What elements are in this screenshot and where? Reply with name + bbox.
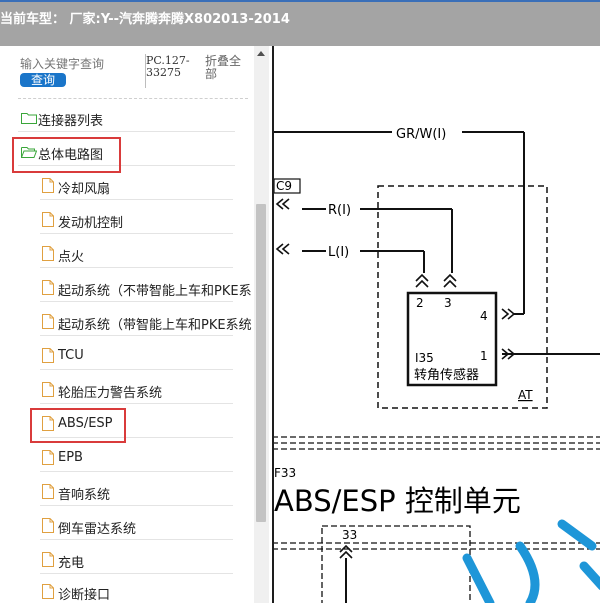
tree-scrollbar[interactable] bbox=[254, 46, 269, 603]
tree-item-label: EPB bbox=[58, 450, 83, 465]
tree-item-engine-control[interactable]: 发动机控制 bbox=[40, 208, 233, 234]
pin-2-label: 2 bbox=[416, 296, 424, 310]
tree-item-label: 起动系统（不带智能上车和PKE系 bbox=[58, 284, 252, 299]
tree-item-tire-pressure[interactable]: 轮胎压力警告系统 bbox=[40, 378, 233, 404]
tree-item-label: 点火 bbox=[58, 250, 85, 265]
file-icon bbox=[42, 552, 54, 567]
collapse-all-link[interactable]: 折叠全部 bbox=[205, 55, 245, 81]
tree-item-connector-list[interactable]: 连接器列表 bbox=[18, 106, 235, 132]
tree-item-cooling-fan[interactable]: 冷却风扇 bbox=[40, 174, 233, 200]
search-divider-dotted bbox=[18, 98, 248, 99]
highlight-box-overall-wiring bbox=[12, 137, 121, 173]
scroll-thumb[interactable] bbox=[256, 204, 266, 522]
pin-33-label: 33 bbox=[342, 528, 357, 542]
tree-item-diagnostic-port[interactable]: 诊断接口 bbox=[40, 580, 233, 603]
pc-code-label: PC.127-33275 bbox=[146, 54, 190, 79]
wiring-diagram-viewer[interactable]: C9 GR/W(I) R(I) L(I) 2 3 4 1 I35 转角传感器 A… bbox=[272, 46, 600, 603]
tree-item-label: 冷却风扇 bbox=[58, 182, 111, 197]
file-icon bbox=[42, 348, 54, 363]
tree-item-label: 音响系统 bbox=[58, 488, 111, 503]
file-icon bbox=[42, 584, 54, 599]
wire-label-gr-w: GR/W(I) bbox=[396, 127, 446, 142]
component-code-label: I35 bbox=[415, 351, 434, 365]
search-input[interactable] bbox=[20, 56, 110, 72]
tree-item-charging[interactable]: 充电 bbox=[40, 548, 233, 574]
tree-item-label: 倒车雷达系统 bbox=[58, 522, 137, 537]
file-icon bbox=[42, 314, 54, 329]
tree-item-start-system-pke[interactable]: 起动系统（带智能上车和PKE系统 bbox=[40, 310, 252, 336]
tree-item-start-system-no-pke[interactable]: 起动系统（不带智能上车和PKE系 bbox=[40, 276, 252, 302]
tree-item-label: 充电 bbox=[58, 556, 85, 571]
file-icon bbox=[42, 382, 54, 397]
file-icon bbox=[42, 212, 54, 227]
file-icon bbox=[42, 484, 54, 499]
pin-1-label: 1 bbox=[480, 349, 488, 363]
tree-item-label: 发动机控制 bbox=[58, 216, 124, 231]
wire-label-r: R(I) bbox=[328, 203, 351, 218]
scroll-up-arrow-icon[interactable] bbox=[257, 51, 265, 56]
highlight-box-abs-esp bbox=[30, 408, 126, 443]
connector-c9-label: C9 bbox=[276, 179, 292, 193]
folder-icon bbox=[21, 113, 37, 124]
wire-label-l: L(I) bbox=[328, 245, 349, 260]
abs-esp-control-unit-title: ABS/ESP 控制单元 bbox=[274, 484, 521, 518]
tree-item-label: 起动系统（带智能上车和PKE系统 bbox=[58, 318, 252, 333]
file-icon bbox=[42, 518, 54, 533]
file-icon bbox=[42, 450, 54, 465]
search-button[interactable]: 查询 bbox=[20, 73, 66, 87]
top-bar: 当前车型： 厂家:Y--汽奔腾奔腾X802013-2014 bbox=[0, 0, 600, 46]
tree-item-tcu[interactable]: TCU bbox=[40, 344, 233, 370]
tree-item-ignition[interactable]: 点火 bbox=[40, 242, 233, 268]
tree-item-epb[interactable]: EPB bbox=[40, 446, 233, 472]
current-vehicle-title: 当前车型： 厂家:Y--汽奔腾奔腾X802013-2014 bbox=[0, 12, 290, 27]
watermark-graphic bbox=[462, 519, 600, 603]
tree-item-audio-system[interactable]: 音响系统 bbox=[40, 480, 233, 506]
component-name-label: 转角传感器 bbox=[414, 367, 479, 383]
pin-3-label: 3 bbox=[444, 296, 452, 310]
file-icon bbox=[42, 280, 54, 295]
file-icon bbox=[42, 178, 54, 193]
wiring-diagram: C9 GR/W(I) R(I) L(I) 2 3 4 1 I35 转角传感器 A… bbox=[274, 127, 600, 603]
f33-label: F33 bbox=[274, 466, 296, 480]
tree-item-label: 轮胎压力警告系统 bbox=[58, 386, 163, 401]
pin-4-label: 4 bbox=[480, 309, 488, 323]
at-label: AT bbox=[518, 388, 533, 402]
tree-item-label: TCU bbox=[58, 348, 84, 363]
file-icon bbox=[42, 246, 54, 261]
tree-item-label: 诊断接口 bbox=[58, 588, 111, 603]
tree-item-parking-radar[interactable]: 倒车雷达系统 bbox=[40, 514, 233, 540]
tree-item-label: 连接器列表 bbox=[38, 114, 104, 129]
